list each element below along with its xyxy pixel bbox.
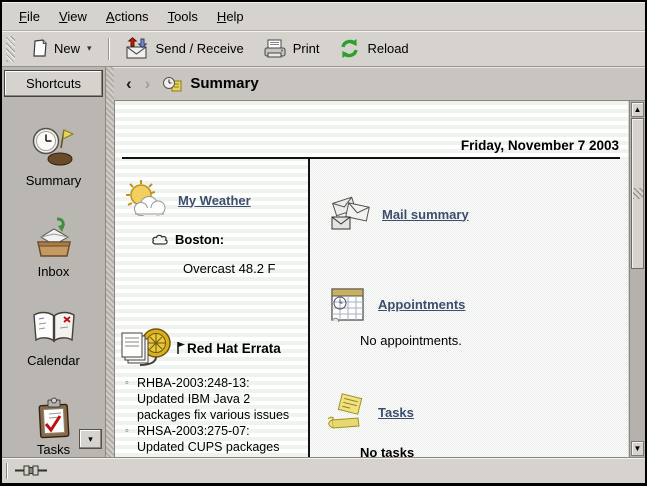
reload-icon <box>338 38 361 59</box>
tasks-icon <box>34 397 74 439</box>
bullet-icon: ◦ <box>125 375 133 423</box>
shortcuts-header-button[interactable]: Shortcuts <box>4 70 103 97</box>
appointments-status: No appointments. <box>360 333 628 348</box>
chevron-down-icon[interactable]: ▾ <box>87 43 92 54</box>
evolution-window: File View Actions Tools Help New ▾ Send … <box>0 0 647 486</box>
menu-tools[interactable]: Tools <box>168 9 198 24</box>
tasks-status: No tasks <box>360 445 628 457</box>
status-bar <box>2 457 645 483</box>
cloud-icon <box>151 233 169 246</box>
scrollbar-thumb[interactable] <box>631 118 644 269</box>
sidebar-item-calendar[interactable]: Calendar <box>2 308 105 368</box>
date-heading: Friday, November 7 2003 <box>115 138 628 154</box>
flag-icon <box>176 341 186 355</box>
toolbar: New ▾ Send / Receive Print <box>2 31 645 67</box>
shortcuts-sidebar: Shortcuts Summary Inbox <box>2 67 106 457</box>
chevron-down-icon: ▾ <box>88 434 93 444</box>
toolbar-separator <box>108 38 109 60</box>
my-weather-link[interactable]: My Weather <box>178 193 251 208</box>
print-icon <box>263 38 287 59</box>
bullet-icon: ◦ <box>125 423 133 457</box>
scroll-up-icon: ▲ <box>634 105 642 114</box>
sidebar-item-summary[interactable]: Summary <box>2 126 105 188</box>
mail-summary-icon <box>328 194 372 234</box>
send-receive-button[interactable]: Send / Receive <box>122 35 247 62</box>
tasks-notes-icon <box>324 392 370 432</box>
tasks-link[interactable]: Tasks <box>378 405 414 420</box>
reload-button[interactable]: Reload <box>335 36 411 61</box>
send-receive-icon <box>125 37 150 60</box>
send-receive-label: Send / Receive <box>156 41 244 56</box>
mail-summary-link[interactable]: Mail summary <box>382 207 469 222</box>
appointments-icon <box>328 284 368 324</box>
errata-list: ◦ RHBA-2003:248-13: Updated IBM Java 2 p… <box>125 375 308 457</box>
summary-content: Friday, November 7 2003 <box>115 101 628 457</box>
tasks-dropdown-button[interactable]: ▾ <box>79 429 102 449</box>
errata-icon <box>120 323 174 373</box>
weather-condition: Overcast 48.2 F <box>183 261 308 276</box>
weather-location: Boston: <box>175 232 224 247</box>
forward-button[interactable]: › <box>145 75 151 92</box>
vertical-scrollbar[interactable]: ▲ ▼ <box>629 101 645 457</box>
new-document-icon <box>31 39 48 58</box>
reload-label: Reload <box>367 41 408 56</box>
calendar-icon <box>30 308 78 350</box>
scroll-down-button[interactable]: ▼ <box>631 441 644 456</box>
main-area: ‹ › Summary Friday, November 7 2003 <box>114 67 645 457</box>
toolbar-grip[interactable] <box>6 36 15 62</box>
menu-help[interactable]: Help <box>217 9 244 24</box>
menu-view[interactable]: View <box>59 9 87 24</box>
right-column: Mail summary <box>310 159 628 457</box>
new-button-label: New <box>54 41 80 56</box>
online-connector-icon[interactable] <box>15 464 47 477</box>
print-button[interactable]: Print <box>260 36 323 61</box>
scroll-up-button[interactable]: ▲ <box>631 102 644 117</box>
left-column: My Weather Boston: Overcast 48.2 F <box>115 159 308 457</box>
back-button[interactable]: ‹ <box>126 75 132 92</box>
errata-item[interactable]: ◦ RHBA-2003:248-13: Updated IBM Java 2 p… <box>125 375 308 423</box>
errata-heading: Red Hat Errata <box>176 341 281 356</box>
sidebar-item-inbox[interactable]: Inbox <box>2 217 105 279</box>
sidebar-item-label: Summary <box>26 173 82 188</box>
sidebar-splitter[interactable] <box>106 67 114 457</box>
status-bar-divider <box>6 463 8 479</box>
folder-title-bar: ‹ › Summary <box>114 67 645 101</box>
sidebar-item-label: Calendar <box>27 353 80 368</box>
appointments-link[interactable]: Appointments <box>378 297 465 312</box>
errata-item[interactable]: ◦ RHSA-2003:275-07: Updated CUPS package… <box>125 423 308 457</box>
new-button[interactable]: New ▾ <box>28 37 95 60</box>
menu-actions[interactable]: Actions <box>106 9 149 24</box>
summary-viewport: Friday, November 7 2003 <box>114 101 645 457</box>
menu-file[interactable]: File <box>19 9 40 24</box>
scroll-down-icon: ▼ <box>634 444 642 453</box>
print-label: Print <box>293 41 320 56</box>
scrollbar-grip-icon <box>633 188 643 199</box>
summary-title-icon <box>163 75 182 93</box>
errata-title-text: Red Hat Errata <box>187 341 281 356</box>
inbox-icon <box>31 217 77 261</box>
sidebar-item-label: Inbox <box>38 264 70 279</box>
menu-bar: File View Actions Tools Help <box>2 2 645 31</box>
summary-icon <box>31 126 77 170</box>
sidebar-item-label: Tasks <box>37 442 70 457</box>
weather-icon <box>122 178 170 222</box>
page-title: Summary <box>190 75 258 92</box>
